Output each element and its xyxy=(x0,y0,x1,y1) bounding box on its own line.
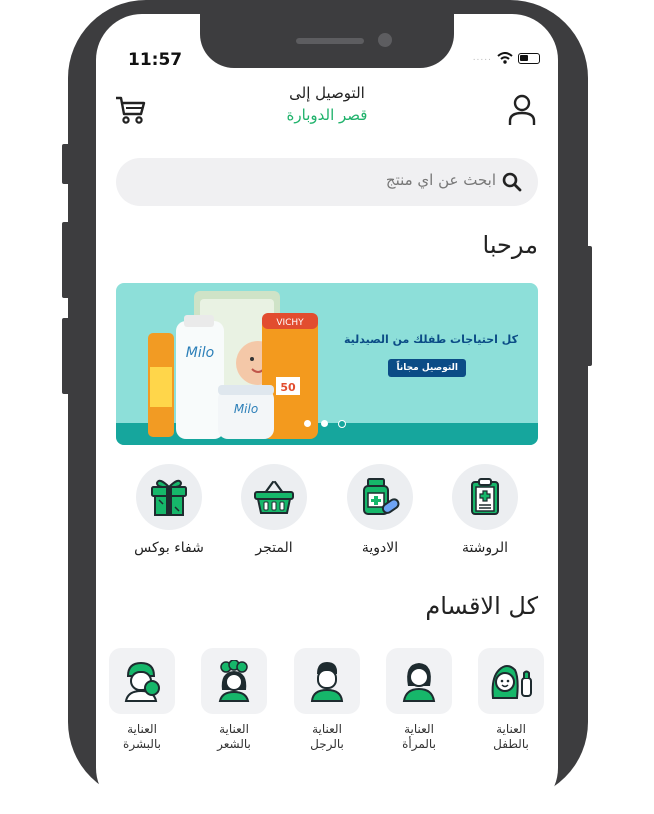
category-tile xyxy=(294,648,360,714)
all-categories-heading: كل الاقسام xyxy=(425,592,538,620)
banner-cta-button[interactable]: التوصيل مجاناً xyxy=(388,359,466,377)
app-screen: 11:57 ..... التوصيل إلى قصر الدوبارة ابح… xyxy=(96,14,558,814)
baby-products-image: VICHY 50 Milo Milo xyxy=(148,291,318,439)
prescription-icon xyxy=(471,478,499,515)
baby-care-icon xyxy=(491,665,532,699)
quick-action-label: شفاء بوكس xyxy=(134,540,204,556)
quick-action-circle xyxy=(136,464,202,530)
signal-icon: ..... xyxy=(472,53,492,63)
status-time: 11:57 xyxy=(128,50,183,70)
category-label: العناية بالرجل xyxy=(310,722,344,751)
search-icon xyxy=(502,172,522,192)
wifi-icon xyxy=(497,52,513,64)
quick-action-label: المتجر xyxy=(255,540,293,556)
category-man-care[interactable]: العناية بالرجل xyxy=(291,648,363,752)
camera xyxy=(378,33,392,47)
milo-lotion-label: Milo xyxy=(186,345,214,361)
carousel-indicator xyxy=(304,420,346,428)
milo-cream-label: Milo xyxy=(234,402,258,416)
quick-action-circle xyxy=(241,464,307,530)
quick-action-circle xyxy=(452,464,518,530)
category-hair-care[interactable]: العناية بالشعر xyxy=(198,648,270,752)
user-icon[interactable] xyxy=(508,94,536,126)
man-care-icon xyxy=(310,662,344,702)
delivery-location[interactable]: التوصيل إلى قصر الدوبارة xyxy=(96,84,558,124)
carousel-dot[interactable] xyxy=(304,420,311,427)
category-label: العناية بالشعر xyxy=(217,722,251,751)
spf-label: 50 xyxy=(280,381,296,394)
speaker xyxy=(296,38,364,44)
skin-care-icon xyxy=(124,661,160,702)
quick-action-store[interactable]: المتجر xyxy=(229,464,319,556)
gift-icon xyxy=(151,479,187,516)
carousel-dot-active[interactable] xyxy=(338,420,346,428)
basket-icon xyxy=(254,480,294,514)
category-label: العناية بالطفل xyxy=(493,722,529,751)
category-tile xyxy=(478,648,544,714)
woman-care-icon xyxy=(402,663,436,702)
status-indicators: ..... xyxy=(473,52,540,64)
quick-action-label: الادوية xyxy=(361,540,399,556)
quick-action-prescription[interactable]: الروشتة xyxy=(440,464,530,556)
welcome-heading: مرحبا xyxy=(482,231,539,259)
quick-action-medicine[interactable]: الادوية xyxy=(335,464,425,556)
category-baby-care[interactable]: العناية بالطفل xyxy=(475,648,547,752)
medicine-icon xyxy=(363,478,400,515)
carousel-dot[interactable] xyxy=(321,420,328,427)
deliver-to-label: التوصيل إلى xyxy=(289,84,365,102)
category-skin-care[interactable]: العناية بالبشرة xyxy=(106,648,178,752)
quick-action-shefaa-box[interactable]: شفاء بوكس xyxy=(124,464,214,556)
quick-action-circle xyxy=(347,464,413,530)
search-bar[interactable]: ابحث عن اي منتج xyxy=(116,158,538,206)
category-label: العناية بالمرأة xyxy=(402,722,436,751)
vichy-label: VICHY xyxy=(276,318,304,328)
notch xyxy=(200,14,454,68)
category-tile xyxy=(386,648,452,714)
search-input[interactable]: ابحث عن اي منتج xyxy=(386,171,496,189)
quick-action-label: الروشتة xyxy=(461,540,509,556)
promo-banner[interactable]: VICHY 50 Milo Milo كل احتياجات طفلك من ا… xyxy=(116,283,538,445)
category-woman-care[interactable]: العناية بالمرأة xyxy=(383,648,455,752)
category-tile xyxy=(109,648,175,714)
battery-icon xyxy=(518,52,540,64)
banner-headline: كل احتياجات طفلك من الصيدلية xyxy=(343,333,518,346)
category-tile xyxy=(201,648,267,714)
location-name[interactable]: قصر الدوبارة xyxy=(96,106,558,124)
hair-care-icon xyxy=(218,660,250,702)
category-label: العناية بالبشرة xyxy=(123,722,161,751)
